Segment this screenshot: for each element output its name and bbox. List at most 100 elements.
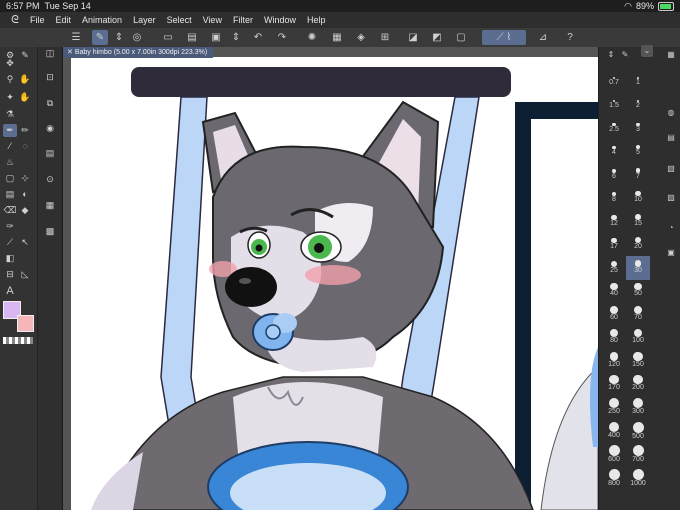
selection-icon[interactable]: ▢ <box>453 30 469 45</box>
new-canvas-icon[interactable]: ▭ <box>160 30 176 45</box>
sub-view-icon[interactable]: ▣ <box>665 247 677 259</box>
brush-size-2[interactable]: 2 <box>626 92 650 116</box>
brush-size-1000[interactable]: 1000 <box>626 468 650 492</box>
text-icon[interactable]: A <box>3 285 17 298</box>
redo-icon[interactable]: ↷ <box>274 30 290 45</box>
chevron-updown-icon[interactable]: ⇕ <box>111 30 127 45</box>
close-tab-icon[interactable]: ✕ <box>67 49 73 56</box>
brush-size-800[interactable]: 800 <box>602 468 626 492</box>
fill-icon[interactable]: ◈ <box>353 30 369 45</box>
blend-icon[interactable]: ◐ <box>18 188 32 201</box>
intermediate-color-icon[interactable]: ▧ <box>665 163 677 175</box>
brush-size-1[interactable]: 1 <box>626 68 650 92</box>
select-pen-icon[interactable]: ⊹ <box>18 172 32 185</box>
brush-size-30[interactable]: 30 <box>626 256 650 280</box>
ruler-icon[interactable]: ◺ <box>18 268 32 281</box>
brush-tool-select-icon[interactable]: ✎ <box>92 30 108 45</box>
brush-size-300[interactable]: 300 <box>626 397 650 421</box>
rotate-hand-icon[interactable]: ✋ <box>18 91 32 104</box>
eraser-icon[interactable]: ⌫ <box>3 204 17 217</box>
brush-size-600[interactable]: 600 <box>602 444 626 468</box>
airbrush-icon[interactable]: ♨ <box>3 156 17 169</box>
menu-filter[interactable]: Filter <box>233 12 253 28</box>
brush-size-170[interactable]: 170 <box>602 374 626 398</box>
brush-size-40[interactable]: 40 <box>602 280 626 304</box>
brush-size-12[interactable]: 12 <box>602 209 626 233</box>
color-set-icon[interactable]: ▦ <box>665 49 677 61</box>
brush-size-80[interactable]: 80 <box>602 327 626 351</box>
layer-property-icon[interactable]: ⧉ <box>43 97 57 110</box>
brush-size-250[interactable]: 250 <box>602 397 626 421</box>
color-wheel-icon[interactable]: ◍ <box>665 107 677 119</box>
hamburger-menu-icon[interactable]: ☰ <box>68 30 84 45</box>
brush-size-25[interactable]: 25 <box>602 256 626 280</box>
brush-size-200[interactable]: 200 <box>626 374 650 398</box>
zoom-icon[interactable]: ⚲ <box>3 73 17 86</box>
target-icon[interactable]: ◎ <box>129 30 145 45</box>
menu-help[interactable]: Help <box>307 12 326 28</box>
brush-size-4[interactable]: 4 <box>602 139 626 163</box>
chevron-updown-icon-2[interactable]: ⇕ <box>228 30 244 45</box>
brush-size-3[interactable]: 3 <box>626 115 650 139</box>
gradient-icon[interactable]: ◧ <box>3 252 17 265</box>
loading-icon[interactable]: ✺ <box>304 30 320 45</box>
pen-icon[interactable]: ✎ <box>18 49 32 62</box>
color-history-icon[interactable]: ◔ <box>665 222 677 234</box>
brush-size-7[interactable]: 7 <box>626 162 650 186</box>
pencil-icon[interactable]: ✏ <box>18 124 32 137</box>
menu-edit[interactable]: Edit <box>56 12 72 28</box>
clear-icon[interactable]: ▦ <box>329 30 345 45</box>
document-tab[interactable]: ✕ Baby himbo (5.00 x 7.00in 300dpi 223.3… <box>63 47 214 58</box>
menu-select[interactable]: Select <box>167 12 192 28</box>
hand-icon[interactable]: ✋ <box>18 73 32 86</box>
fill-bucket-icon[interactable]: ◆ <box>18 204 32 217</box>
pen-tool-icon[interactable]: ✒ <box>3 124 17 137</box>
material-icon[interactable]: ▦ <box>43 199 57 212</box>
deselect-icon[interactable]: ◪ <box>405 30 421 45</box>
brush-size-120[interactable]: 120 <box>602 350 626 374</box>
menu-file[interactable]: File <box>30 12 45 28</box>
layers-icon[interactable]: ◫ <box>43 47 57 60</box>
brush-size-20[interactable]: 20 <box>626 233 650 257</box>
rect-select-icon[interactable]: ▢ <box>3 172 17 185</box>
invert-selection-icon[interactable]: ◩ <box>429 30 445 45</box>
color-slider-icon[interactable]: ▤ <box>665 132 677 144</box>
operation-icon[interactable]: ↖ <box>18 236 32 249</box>
history-icon[interactable]: ▩ <box>43 225 57 238</box>
brush-size-0-7[interactable]: 0.7 <box>602 68 626 92</box>
approximate-color-icon[interactable]: ▨ <box>665 192 677 204</box>
menu-window[interactable]: Window <box>264 12 296 28</box>
brush-size-17[interactable]: 17 <box>602 233 626 257</box>
sub-color-swatch[interactable] <box>17 315 34 332</box>
color-wheel-icon[interactable]: ◉ <box>43 122 57 135</box>
app-logo-icon[interactable]: ᘓ <box>0 12 30 28</box>
transform-icon[interactable]: ⊞ <box>377 30 393 45</box>
decoration-icon[interactable]: ▤ <box>3 188 17 201</box>
brush-icon[interactable]: ✎ <box>619 49 631 61</box>
menu-view[interactable]: View <box>203 12 222 28</box>
undo-icon[interactable]: ↶ <box>250 30 266 45</box>
blend-tool-icon[interactable]: ✑ <box>3 220 17 233</box>
brush-size-5[interactable]: 5 <box>626 139 650 163</box>
brush-size-15[interactable]: 15 <box>626 209 650 233</box>
menu-layer[interactable]: Layer <box>133 12 156 28</box>
eyedropper-icon[interactable]: ⚗ <box>3 108 17 121</box>
brush-size-1-5[interactable]: 1.5 <box>602 92 626 116</box>
help-icon[interactable]: ? <box>562 30 578 45</box>
magic-wand-icon[interactable]: ✦ <box>3 91 17 104</box>
brush-size-150[interactable]: 150 <box>626 350 650 374</box>
brush-size-2-5[interactable]: 2.5 <box>602 115 626 139</box>
ruler-snap-icon[interactable]: ⟋ ⌇ <box>482 30 526 45</box>
menu-animation[interactable]: Animation <box>82 12 122 28</box>
brush-size-700[interactable]: 700 <box>626 444 650 468</box>
move-icon[interactable]: ✥ <box>3 57 17 70</box>
navigator-icon[interactable]: ▤ <box>43 147 57 160</box>
figure-icon[interactable]: ⟋ <box>3 236 17 249</box>
panel-scroll-icon[interactable]: ⇕ <box>605 49 617 61</box>
brush-size-70[interactable]: 70 <box>626 303 650 327</box>
transparent-color-swatch[interactable] <box>3 337 33 344</box>
brush-size-60[interactable]: 60 <box>602 303 626 327</box>
artwork-canvas[interactable] <box>63 47 598 510</box>
brush-size-100[interactable]: 100 <box>626 327 650 351</box>
brush-size-8[interactable]: 8 <box>602 186 626 210</box>
